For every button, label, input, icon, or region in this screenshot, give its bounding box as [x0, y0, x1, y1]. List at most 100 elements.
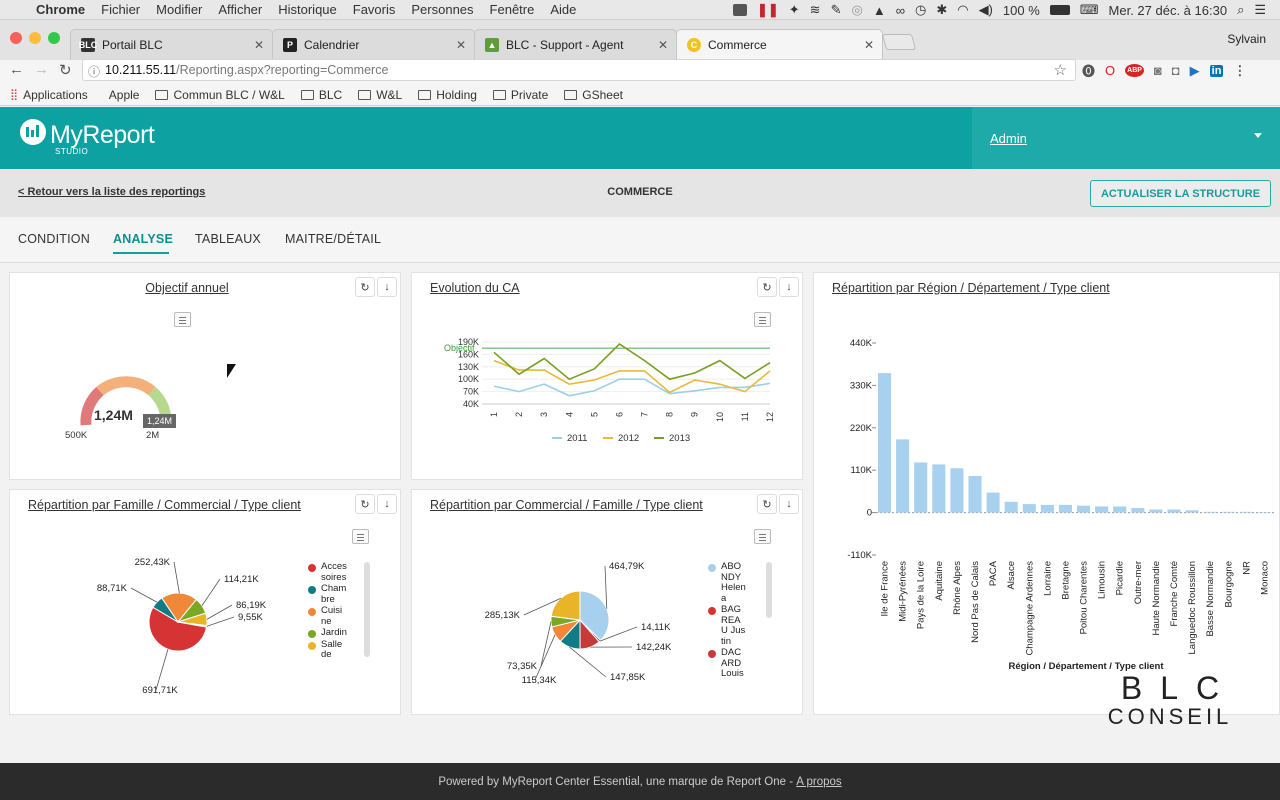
legend-item[interactable]: ABONDY Helena — [708, 562, 760, 604]
notification-center-icon[interactable]: ☰ — [1254, 2, 1266, 18]
bookmark-applications[interactable]: ⣿ Applications — [10, 88, 88, 102]
address-bar[interactable]: ⓘ 10.211.55.11/Reporting.aspx?reporting=… — [82, 59, 1076, 81]
profile-name[interactable]: Sylvain — [1227, 32, 1266, 46]
myreport-logo[interactable]: MyReport STUDIO — [18, 118, 155, 156]
time-machine-icon[interactable]: ◷ — [915, 2, 926, 18]
x-tick-label: 7 — [640, 412, 650, 417]
screen-record-icon[interactable] — [732, 4, 747, 16]
slice-label: 73,35K — [507, 661, 538, 672]
mouse-cursor-icon — [227, 364, 236, 378]
push-icon[interactable]: ▶ — [1190, 63, 1200, 79]
minimize-window-button[interactable] — [29, 32, 41, 44]
caret-down-icon[interactable] — [1254, 133, 1262, 138]
legend-item[interactable]: Salle de — [308, 639, 358, 661]
bookmark-private[interactable]: Private — [492, 88, 548, 102]
chart-menu-icon[interactable] — [174, 312, 191, 327]
download-widget-button[interactable]: ↓ — [779, 494, 799, 514]
battery-level[interactable]: 100 % — [1003, 3, 1040, 18]
opera-icon[interactable]: O — [1105, 63, 1115, 78]
clock-datetime[interactable]: Mer. 27 déc. à 16:30 — [1109, 3, 1228, 18]
legend-item[interactable]: Chambre — [308, 583, 358, 605]
bookmark-gsheet[interactable]: GSheet — [564, 88, 623, 102]
glasses-icon[interactable]: ∞ — [896, 3, 905, 18]
sync-icon[interactable]: ◎ — [851, 2, 862, 18]
forward-icon[interactable]: → — [34, 61, 49, 78]
camera-icon[interactable]: ◙ — [1154, 63, 1162, 78]
tab-analyse[interactable]: ANALYSE — [113, 232, 173, 246]
close-tab-icon[interactable]: ✕ — [864, 38, 874, 52]
tab-condition[interactable]: CONDITION — [18, 232, 90, 246]
bluetooth-icon[interactable]: ✱ — [936, 2, 947, 18]
pocket-icon[interactable]: ◘ — [1172, 63, 1180, 78]
bookmark-apple[interactable]: Apple — [104, 88, 140, 102]
bookmark-wl[interactable]: W&L — [358, 88, 402, 102]
info-icon[interactable]: ⓘ — [88, 63, 100, 80]
legend-scrollbar[interactable] — [364, 562, 370, 657]
chart-menu-icon[interactable] — [754, 529, 771, 544]
extension-icon[interactable]: ⓿ — [1082, 61, 1095, 80]
menu-fichier[interactable]: Fichier — [101, 2, 140, 17]
spotlight-icon[interactable]: ⌕ — [1237, 2, 1244, 18]
menu-modifier[interactable]: Modifier — [156, 2, 202, 17]
bar — [986, 492, 1000, 513]
refresh-widget-button[interactable]: ↻ — [757, 494, 777, 514]
about-link[interactable]: A propos — [796, 776, 841, 788]
calendar-favicon: P — [283, 38, 297, 52]
new-tab-button[interactable] — [881, 34, 917, 50]
close-tab-icon[interactable]: ✕ — [456, 38, 466, 52]
menu-fenetre[interactable]: Fenêtre — [490, 2, 535, 17]
bookmark-commun-blc[interactable]: Commun BLC / W&L — [155, 88, 285, 102]
bookmark-star-icon[interactable]: ☆ — [1054, 61, 1067, 79]
drive-icon[interactable]: ▲ — [873, 3, 886, 18]
legend-item[interactable]: DACARD Louis — [708, 647, 760, 680]
user-name[interactable]: Admin — [990, 131, 1027, 146]
x-tick-label: Rhône Alpes — [952, 561, 963, 615]
linkedin-icon[interactable]: in — [1209, 64, 1224, 77]
download-widget-button[interactable]: ↓ — [377, 494, 397, 514]
menu-aide[interactable]: Aide — [550, 2, 576, 17]
legend-item[interactable]: Jardin — [308, 627, 358, 639]
wrench-icon[interactable]: ✎ — [831, 2, 842, 18]
tab-tableaux[interactable]: TABLEAUX — [195, 232, 261, 246]
menu-app[interactable]: Chrome — [36, 2, 85, 17]
download-widget-button[interactable]: ↓ — [377, 277, 397, 297]
close-tab-icon[interactable]: ✕ — [658, 38, 668, 52]
close-tab-icon[interactable]: ✕ — [254, 38, 264, 52]
menu-afficher[interactable]: Afficher — [218, 2, 262, 17]
zoom-window-button[interactable] — [48, 32, 60, 44]
bookmark-blc[interactable]: BLC — [300, 88, 342, 102]
tab-commerce[interactable]: C Commerce ✕ — [676, 29, 883, 60]
panel-title[interactable]: Objectif annuel — [10, 281, 364, 295]
refresh-structure-button[interactable]: ACTUALISER LA STRUCTURE — [1090, 180, 1271, 207]
menu-historique[interactable]: Historique — [278, 2, 337, 17]
menu-personnes[interactable]: Personnes — [411, 2, 473, 17]
chart-menu-icon[interactable] — [352, 529, 369, 544]
tab-maitre-detail[interactable]: MAITRE/DÉTAIL — [285, 232, 381, 246]
refresh-widget-button[interactable]: ↻ — [355, 277, 375, 297]
label-connector — [173, 561, 180, 594]
tab-portail-blc[interactable]: BLC Portail BLC ✕ — [70, 29, 273, 60]
tab-calendrier[interactable]: P Calendrier ✕ — [272, 29, 475, 60]
menu-favoris[interactable]: Favoris — [353, 2, 396, 17]
legend-item[interactable]: Accessoires — [308, 562, 358, 583]
refresh-widget-button[interactable]: ↻ — [355, 494, 375, 514]
back-icon[interactable]: ← — [9, 61, 24, 78]
stack-icon[interactable]: ≋ — [810, 2, 821, 18]
x-tick-label: Nord Pas de Calais — [970, 561, 981, 643]
wifi-icon[interactable]: ◠ — [957, 2, 968, 18]
reload-icon[interactable]: ↻ — [59, 61, 72, 79]
pause-icon[interactable]: ❚❚ — [757, 2, 779, 18]
chrome-menu-icon[interactable]: ⋮ — [1233, 63, 1246, 79]
dropbox-icon[interactable]: ✦ — [789, 2, 800, 18]
user-menu[interactable]: Admin — [972, 107, 1280, 169]
tab-blc-support[interactable]: ▲ BLC - Support - Agent ✕ — [474, 29, 677, 60]
legend-dot — [708, 564, 716, 572]
keyboard-icon[interactable]: ⌨ — [1080, 2, 1099, 18]
adblock-icon[interactable]: ABP — [1125, 64, 1144, 77]
legend-scrollbar[interactable] — [766, 562, 772, 618]
bookmark-holding[interactable]: Holding — [418, 88, 477, 102]
legend-item[interactable]: BAGREAU Justin — [708, 604, 760, 647]
legend-item[interactable]: Cuisine — [308, 605, 358, 627]
close-window-button[interactable] — [10, 32, 22, 44]
volume-icon[interactable]: ◀) — [979, 2, 993, 18]
